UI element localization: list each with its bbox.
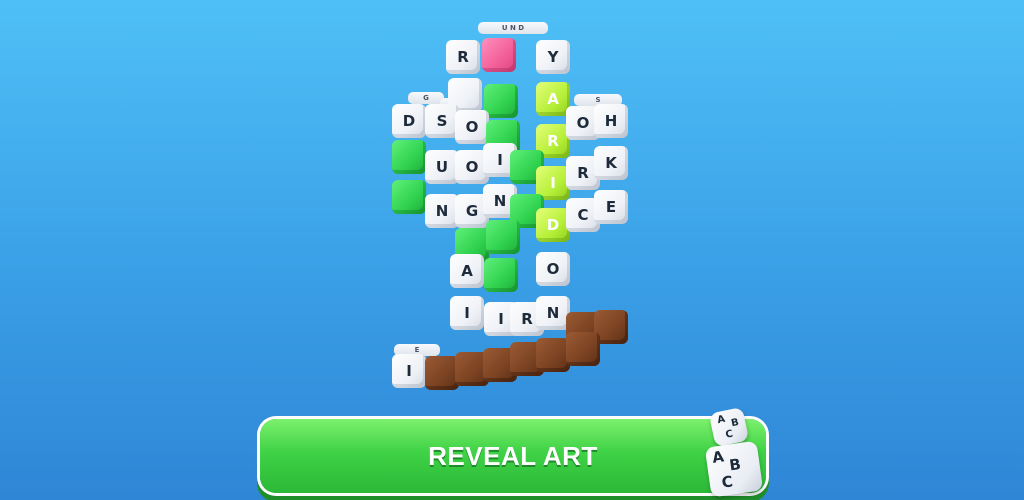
- reveal-art-button[interactable]: REVEAL ART: [260, 419, 766, 493]
- cube-top-face: U N D: [478, 22, 548, 34]
- green-cube[interactable]: [392, 140, 426, 174]
- letter-cube[interactable]: O: [455, 110, 489, 144]
- letter-cube[interactable]: A: [450, 254, 484, 288]
- dice-letter: C: [720, 472, 734, 492]
- green-cube[interactable]: [486, 220, 520, 254]
- dice-letter: A: [716, 413, 727, 427]
- letter-cube[interactable]: O: [536, 252, 570, 286]
- letter-cube[interactable]: S: [425, 104, 459, 138]
- dice-letter: C: [724, 428, 734, 441]
- letter-cube[interactable]: A: [536, 82, 570, 116]
- brown-cube[interactable]: [536, 338, 570, 372]
- letter-cube[interactable]: N: [536, 296, 570, 330]
- letter-cube[interactable]: Y: [536, 40, 570, 74]
- green-cube[interactable]: [484, 84, 518, 118]
- brown-cube[interactable]: [566, 332, 600, 366]
- letter-cube[interactable]: I: [392, 354, 426, 388]
- dice-letter: A: [710, 447, 725, 467]
- letter-cube[interactable]: I: [450, 296, 484, 330]
- reveal-art-label: REVEAL ART: [428, 440, 598, 471]
- pink-cube[interactable]: [482, 38, 516, 72]
- letter-cube[interactable]: K: [594, 146, 628, 180]
- dice-letter: B: [730, 416, 741, 430]
- letter-cube[interactable]: U: [425, 150, 459, 184]
- letter-cube[interactable]: N: [425, 194, 459, 228]
- letter-cube[interactable]: E: [594, 190, 628, 224]
- large-letter-dice-icon: A B C: [704, 440, 764, 498]
- letter-cube[interactable]: D: [536, 208, 570, 242]
- letter-cube[interactable]: R: [446, 40, 480, 74]
- letter-cube[interactable]: H: [594, 104, 628, 138]
- green-cube[interactable]: [484, 258, 518, 292]
- brown-cube[interactable]: [425, 356, 459, 390]
- letter-cube[interactable]: D: [392, 104, 426, 138]
- cube-top-face: G: [408, 92, 444, 104]
- green-cube[interactable]: [392, 180, 426, 214]
